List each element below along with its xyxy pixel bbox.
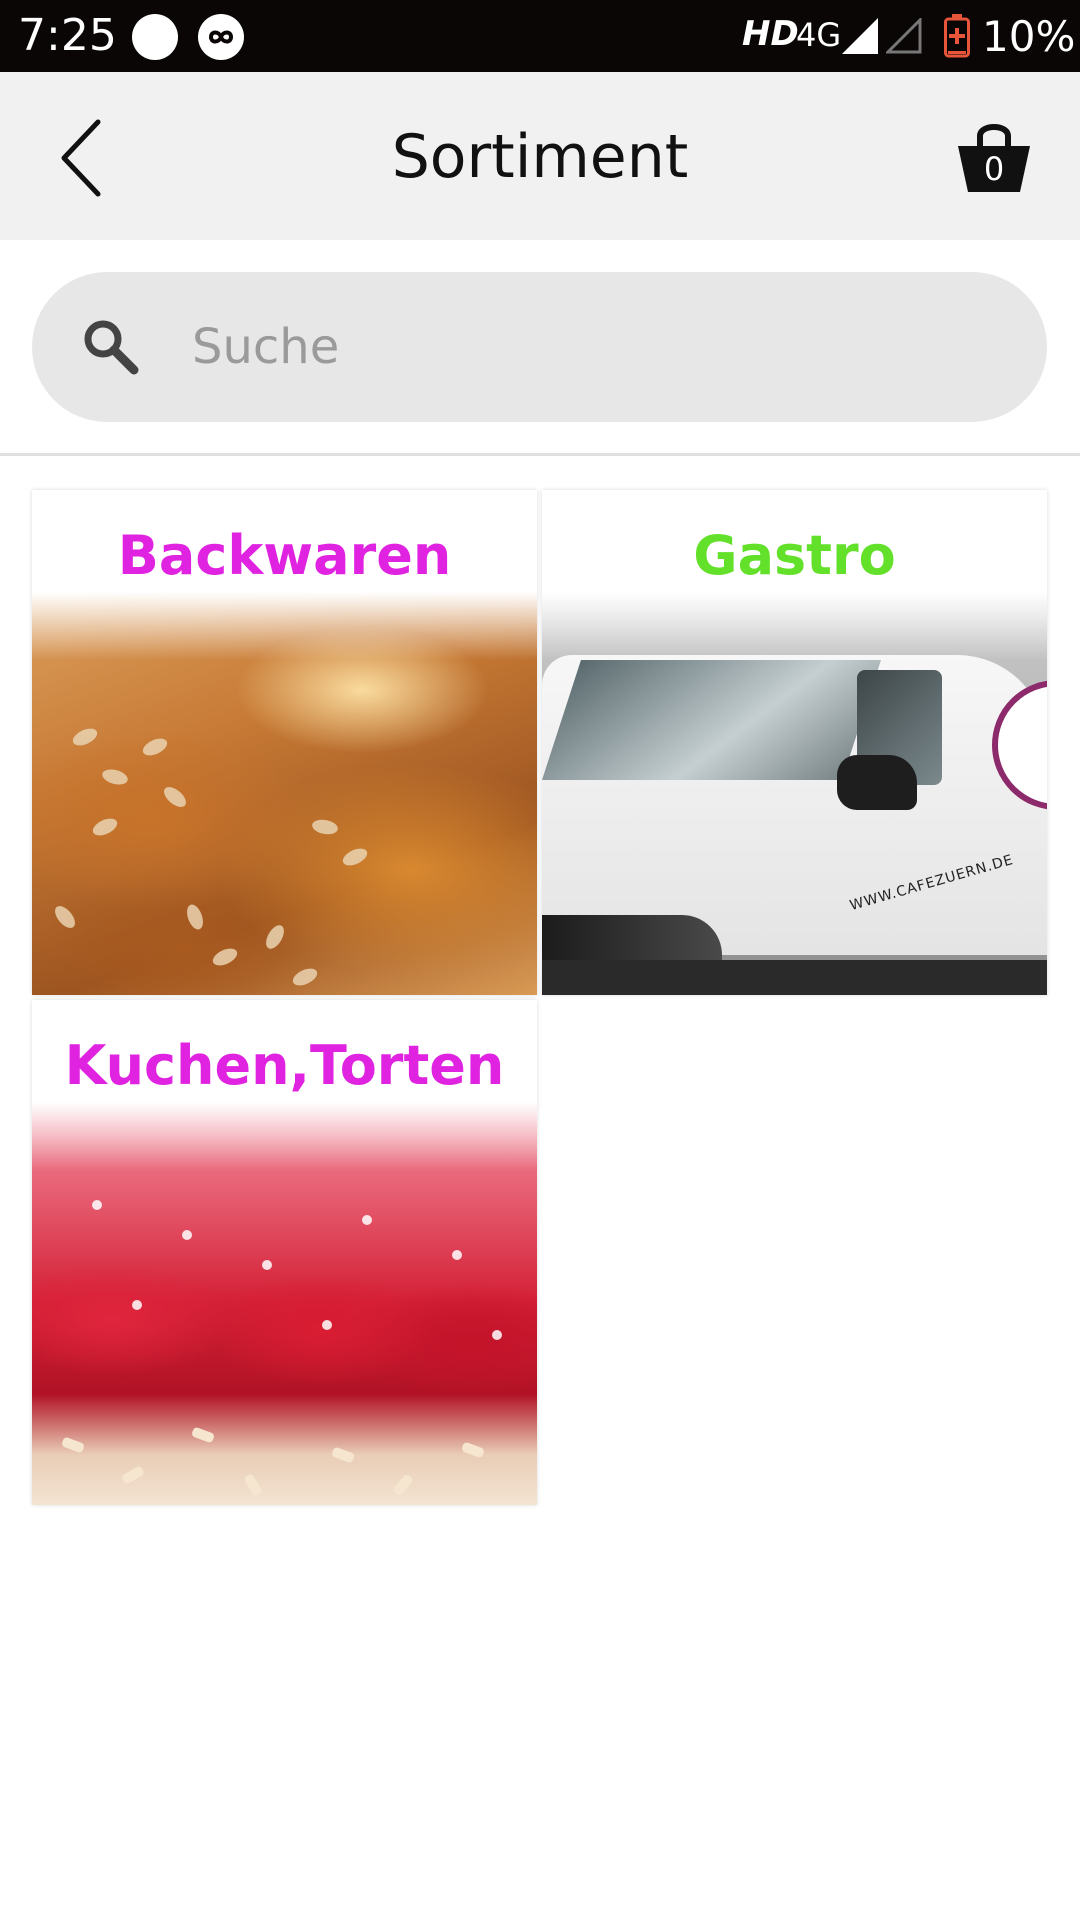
search-input[interactable] xyxy=(190,297,1010,397)
status-bar: 7:25 HD 4G 10% xyxy=(0,0,1080,72)
status-time: 7:25 xyxy=(18,10,117,61)
category-tile-gastro[interactable]: WWW.CAFEZUERN.DE Gastro xyxy=(542,490,1047,995)
cart-count-badge: 0 xyxy=(983,150,1005,188)
page-title: Sortiment xyxy=(391,122,689,192)
category-label: Backwaren xyxy=(117,524,452,587)
notification-dot-icon xyxy=(132,14,178,60)
app-bar: Sortiment 0 xyxy=(0,72,1080,240)
search-area xyxy=(0,240,1080,456)
category-label: Kuchen,Torten xyxy=(64,1034,505,1097)
signal-icon xyxy=(842,18,878,59)
network-type: 4G xyxy=(796,16,842,54)
category-label: Gastro xyxy=(693,524,896,587)
category-tile-backwaren[interactable]: Backwaren xyxy=(32,490,537,995)
search-icon xyxy=(84,320,139,375)
search-bar[interactable] xyxy=(32,272,1047,422)
battery-percent: 10% xyxy=(982,12,1076,61)
battery-icon xyxy=(944,14,970,58)
hd-voice-icon: HD xyxy=(742,14,799,54)
category-tile-kuchen-torten[interactable]: Kuchen,Torten xyxy=(32,1000,537,1505)
cart-button[interactable]: 0 xyxy=(954,116,1034,196)
signal-empty-icon xyxy=(884,16,922,59)
infinity-link-icon xyxy=(198,14,244,60)
